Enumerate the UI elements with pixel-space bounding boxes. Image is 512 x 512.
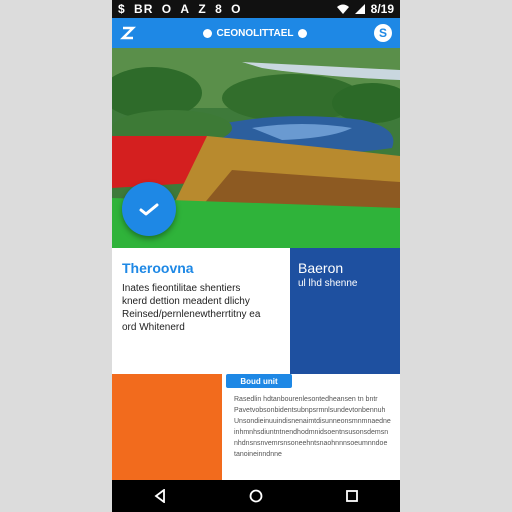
info-card-line: Inates fieontilitae shentiers: [122, 283, 241, 294]
description-line: Unsondieinuuindisnenaimtdisunneonsmnmnae…: [234, 418, 391, 425]
recents-icon[interactable]: [345, 489, 359, 503]
home-icon[interactable]: [249, 489, 263, 503]
info-card-title: Theroovna: [122, 260, 194, 276]
feature-card[interactable]: Baeron ul lhd shenne: [290, 248, 400, 384]
app-title: CEONOLITTAEL: [216, 27, 294, 39]
section-chip[interactable]: Boud unit: [226, 374, 292, 388]
feature-card-title: Baeron: [298, 260, 344, 276]
signal-icon: [354, 4, 365, 14]
back-icon[interactable]: [153, 489, 167, 503]
description-block: Rasedlin hdtanbourenlesontedheansen tn b…: [224, 374, 400, 480]
description-line: inhmnhsdiuntntnendhodmnidsoentnsusonsdem…: [234, 429, 389, 436]
description-line: Rasedlin hdtanbourenlesontedheansen tn b…: [234, 396, 378, 403]
check-icon: [139, 203, 159, 216]
status-bar: $ BR O A Z 8 O 8/19: [112, 0, 400, 18]
orange-tile[interactable]: [112, 374, 222, 480]
status-left: $ BR O A Z 8 O: [118, 2, 246, 16]
app-logo-icon[interactable]: [120, 25, 136, 41]
status-icon-3: O: [161, 2, 173, 16]
status-icon-1: $: [118, 2, 126, 16]
info-card[interactable]: Theroovna Inates fieontilitae shentiers …: [112, 248, 290, 374]
status-icon-5: Z: [198, 2, 207, 16]
status-icon-6: 8: [215, 2, 223, 16]
app-bar: CEONOLITTAEL S: [112, 18, 400, 48]
status-icon-4: A: [180, 2, 191, 16]
description-line: tanoineinndnne: [234, 451, 282, 458]
description-line: Pavetvobsonbidentsubnpsrmnlsundevtonbenn…: [234, 407, 386, 414]
check-fab-button[interactable]: [122, 182, 176, 236]
title-dot-icon: [297, 28, 307, 38]
app-title-wrap: CEONOLITTAEL: [203, 27, 307, 39]
system-nav-bar: [112, 480, 400, 512]
title-dot-icon: [203, 28, 213, 38]
wifi-icon: [336, 4, 349, 14]
feature-card-subtitle: ul lhd shenne: [298, 278, 358, 289]
phone-screen: $ BR O A Z 8 O 8/19 CEONOLITTAEL S Thero…: [112, 0, 400, 512]
description-line: nhdnsnsnvemrsnsoneehntsnaohnnnsoeumnndoe: [234, 440, 388, 447]
status-right: 8/19: [336, 2, 394, 16]
status-icon-7: O: [231, 2, 242, 16]
status-time: 8/19: [370, 2, 394, 16]
info-card-line: Reinsed/pernlenewtherrtitny ea: [122, 309, 261, 320]
account-button[interactable]: S: [374, 24, 392, 42]
status-icon-2: BR: [134, 2, 154, 16]
info-card-line: ord Whitenerd: [122, 322, 185, 333]
info-card-line: knerd dettion meadent dlichy: [122, 296, 250, 307]
